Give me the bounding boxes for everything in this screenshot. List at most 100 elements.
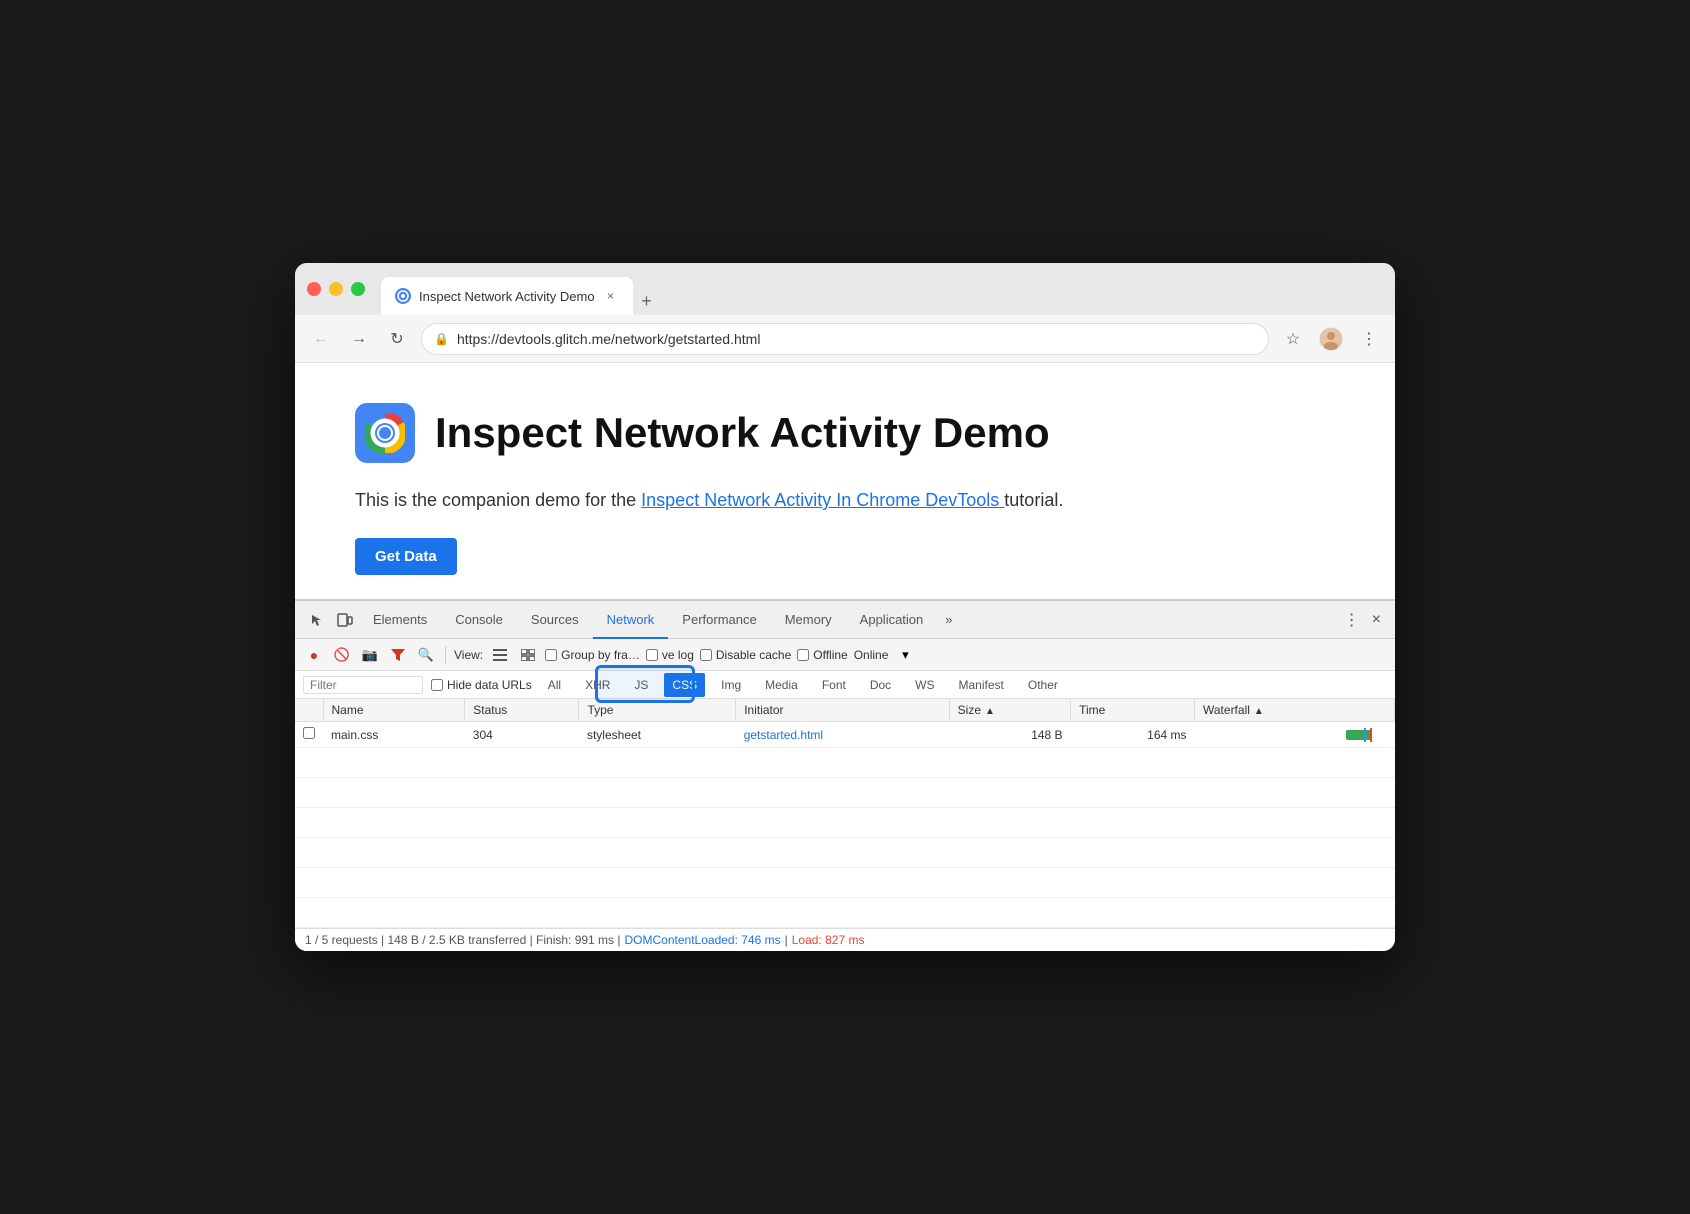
tab-bar: Inspect Network Activity Demo × + bbox=[381, 263, 1383, 315]
row-checkbox-cell[interactable] bbox=[295, 722, 323, 748]
th-time[interactable]: Time bbox=[1071, 699, 1195, 722]
filter-input[interactable] bbox=[303, 676, 423, 694]
dom-content-loaded-link[interactable]: DOMContentLoaded: 746 ms bbox=[625, 933, 781, 947]
filter-tab-manifest[interactable]: Manifest bbox=[951, 673, 1012, 697]
more-tabs-button[interactable]: » bbox=[937, 612, 960, 627]
url-text: https://devtools.glitch.me/network/getst… bbox=[457, 331, 760, 347]
device-toolbar-icon[interactable] bbox=[331, 606, 359, 634]
throttle-dropdown[interactable]: ▾ bbox=[894, 644, 916, 666]
browser-window: Inspect Network Activity Demo × + ← → ↻ … bbox=[295, 263, 1395, 951]
bookmark-button[interactable]: ☆ bbox=[1279, 325, 1307, 353]
filter-tab-all[interactable]: All bbox=[540, 673, 569, 697]
minimize-window-button[interactable] bbox=[329, 282, 343, 296]
back-button[interactable]: ← bbox=[307, 325, 335, 353]
th-type[interactable]: Type bbox=[579, 699, 736, 722]
tab-console[interactable]: Console bbox=[441, 601, 517, 639]
new-tab-button[interactable]: + bbox=[633, 287, 661, 315]
view-label: View: bbox=[454, 648, 483, 662]
close-window-button[interactable] bbox=[307, 282, 321, 296]
cursor-icon[interactable] bbox=[303, 606, 331, 634]
empty-row bbox=[295, 748, 1395, 778]
filter-tab-font[interactable]: Font bbox=[814, 673, 854, 697]
page-content: Inspect Network Activity Demo This is th… bbox=[295, 363, 1395, 599]
filter-tab-xhr[interactable]: XHR bbox=[577, 673, 618, 697]
th-size[interactable]: Size▲ bbox=[949, 699, 1070, 722]
tab-performance[interactable]: Performance bbox=[668, 601, 770, 639]
filter-tab-media[interactable]: Media bbox=[757, 673, 806, 697]
chrome-logo bbox=[355, 403, 415, 463]
load-link[interactable]: Load: 827 ms bbox=[792, 933, 865, 947]
row-type: stylesheet bbox=[579, 722, 736, 748]
th-status[interactable]: Status bbox=[465, 699, 579, 722]
row-size: 148 B bbox=[949, 722, 1070, 748]
status-separator: | bbox=[785, 933, 788, 947]
clear-button[interactable]: 🚫 bbox=[331, 644, 353, 666]
filter-tab-css[interactable]: CSS bbox=[664, 673, 705, 697]
tab-application[interactable]: Application bbox=[846, 601, 938, 639]
row-initiator[interactable]: getstarted.html bbox=[736, 722, 949, 748]
url-bar[interactable]: 🔒 https://devtools.glitch.me/network/get… bbox=[421, 323, 1269, 355]
disable-cache-checkbox[interactable]: Disable cache bbox=[700, 648, 791, 662]
devtools-close-button[interactable]: × bbox=[1366, 611, 1387, 629]
filter-tab-doc[interactable]: Doc bbox=[862, 673, 899, 697]
table-row[interactable]: main.css 304 stylesheet getstarted.html … bbox=[295, 722, 1395, 748]
devtools-panel: Elements Console Sources Network Perform… bbox=[295, 599, 1395, 951]
offline-checkbox[interactable]: Offline bbox=[797, 648, 847, 662]
user-button[interactable] bbox=[1317, 325, 1345, 353]
empty-row bbox=[295, 778, 1395, 808]
reload-button[interactable]: ↻ bbox=[383, 325, 411, 353]
online-label: Online bbox=[854, 648, 889, 662]
tab-elements[interactable]: Elements bbox=[359, 601, 441, 639]
lock-icon: 🔒 bbox=[434, 332, 449, 346]
offline-label: Offline bbox=[813, 648, 847, 662]
filter-tab-other[interactable]: Other bbox=[1020, 673, 1066, 697]
row-time: 164 ms bbox=[1071, 722, 1195, 748]
th-name[interactable]: Name bbox=[323, 699, 465, 722]
traffic-lights bbox=[307, 282, 365, 296]
list-view-button[interactable] bbox=[489, 644, 511, 666]
maximize-window-button[interactable] bbox=[351, 282, 365, 296]
filter-tab-js[interactable]: JS bbox=[626, 673, 656, 697]
tab-close-button[interactable]: × bbox=[603, 288, 619, 304]
forward-button[interactable]: → bbox=[345, 325, 373, 353]
address-bar: ← → ↻ 🔒 https://devtools.glitch.me/netwo… bbox=[295, 315, 1395, 363]
filter-tab-img[interactable]: Img bbox=[713, 673, 749, 697]
devtools-tab-bar: Elements Console Sources Network Perform… bbox=[295, 601, 1395, 639]
title-bar: Inspect Network Activity Demo × + bbox=[295, 263, 1395, 315]
tab-memory[interactable]: Memory bbox=[771, 601, 846, 639]
status-text: 1 / 5 requests | 148 B / 2.5 KB transfer… bbox=[305, 933, 621, 947]
network-table: Name Status Type Initiator Size▲ Time Wa… bbox=[295, 699, 1395, 928]
empty-row bbox=[295, 838, 1395, 868]
page-heading: Inspect Network Activity Demo bbox=[355, 403, 1335, 463]
page-description: This is the companion demo for the Inspe… bbox=[355, 487, 1335, 514]
empty-row bbox=[295, 898, 1395, 928]
tab-sources[interactable]: Sources bbox=[517, 601, 593, 639]
status-bar: 1 / 5 requests | 148 B / 2.5 KB transfer… bbox=[295, 928, 1395, 951]
empty-row bbox=[295, 868, 1395, 898]
empty-row bbox=[295, 808, 1395, 838]
camera-button[interactable]: 📷 bbox=[359, 644, 381, 666]
filter-button[interactable] bbox=[387, 644, 409, 666]
preserve-log-label: ve log bbox=[662, 648, 694, 662]
record-button[interactable]: ● bbox=[303, 644, 325, 666]
page-title: Inspect Network Activity Demo bbox=[435, 410, 1050, 456]
filter-tab-ws[interactable]: WS bbox=[907, 673, 942, 697]
get-data-button[interactable]: Get Data bbox=[355, 538, 457, 575]
tab-favicon bbox=[395, 288, 411, 304]
tutorial-link[interactable]: Inspect Network Activity In Chrome DevTo… bbox=[641, 490, 1004, 510]
search-button[interactable]: 🔍 bbox=[415, 644, 437, 666]
preserve-log-checkbox[interactable]: ve log bbox=[646, 648, 694, 662]
hide-data-urls-label: Hide data URLs bbox=[447, 678, 532, 692]
tree-view-button[interactable] bbox=[517, 644, 539, 666]
hide-data-urls-checkbox[interactable]: Hide data URLs bbox=[431, 678, 532, 692]
browser-menu-button[interactable]: ⋮ bbox=[1355, 325, 1383, 353]
devtools-more-button[interactable]: ⋮ bbox=[1338, 606, 1366, 634]
browser-tab[interactable]: Inspect Network Activity Demo × bbox=[381, 277, 633, 315]
tab-network[interactable]: Network bbox=[593, 601, 669, 639]
group-by-frame-checkbox[interactable]: Group by fra… bbox=[545, 648, 640, 662]
disable-cache-label: Disable cache bbox=[716, 648, 791, 662]
network-toolbar: ● 🚫 📷 🔍 View: bbox=[295, 639, 1395, 671]
th-waterfall[interactable]: Waterfall▲ bbox=[1195, 699, 1395, 722]
th-initiator[interactable]: Initiator bbox=[736, 699, 949, 722]
row-status: 304 bbox=[465, 722, 579, 748]
